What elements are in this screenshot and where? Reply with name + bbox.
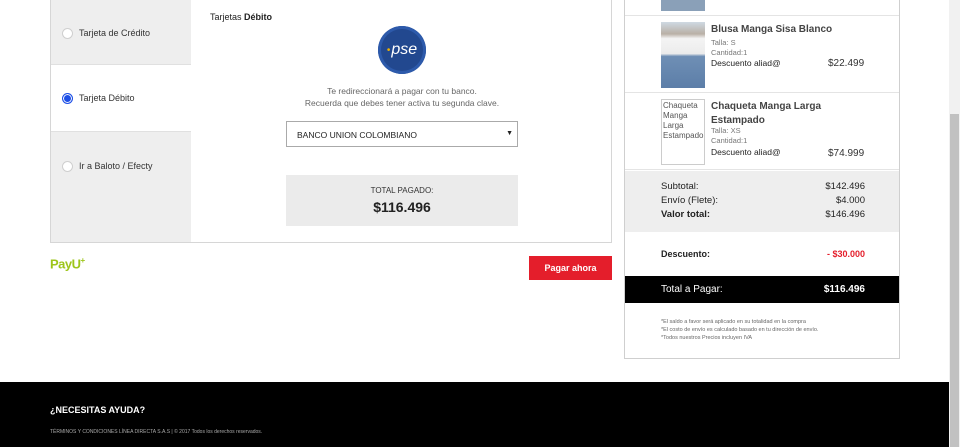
pse-logo-mark: • [386, 44, 391, 56]
radio-icon[interactable] [62, 160, 73, 172]
grand-total-bar: Total a Pagar: $116.496 [625, 276, 899, 303]
payment-methods: Tarjeta de Crédito Tarjeta Débito Ir a B… [51, 0, 191, 242]
product-image[interactable] [661, 0, 705, 11]
product-image[interactable] [661, 22, 705, 88]
total-paid-box: TOTAL PAGADO: $116.496 [286, 175, 518, 226]
subtotal-row: Subtotal: $142.496 [661, 181, 865, 192]
discount-row: Descuento: - $30.000 [661, 249, 865, 259]
product-qty: Cantidad:1 [711, 48, 748, 57]
totals-block: Subtotal: $142.496 Envío (Flete): $4.000… [625, 171, 899, 232]
list-item: Blusa Manga Sisa Blanco Talla: S Cantida… [625, 16, 899, 93]
shipping-row: Envío (Flete): $4.000 [661, 195, 865, 206]
method-debit-card[interactable]: Tarjeta Débito [51, 64, 191, 132]
product-size: Talla: S [711, 38, 736, 47]
order-summary: Blusa Manga Sisa Blanco Talla: S Cantida… [624, 0, 900, 359]
payment-panel: Tarjeta de Crédito Tarjeta Débito Ir a B… [50, 0, 612, 243]
list-item: Chaqueta Manga Larga Estampado Chaqueta … [625, 93, 899, 170]
product-name[interactable]: Chaqueta Manga Larga Estampado [711, 100, 861, 128]
help-heading[interactable]: ¿NECESITAS AYUDA? [50, 405, 145, 415]
product-image[interactable]: Chaqueta Manga Larga Estampado [661, 99, 705, 165]
method-label: Tarjeta Débito [79, 93, 135, 103]
product-discount-label: Descuento aliad@ [711, 58, 781, 68]
method-baloto-efecty[interactable]: Ir a Baloto / Efecty [51, 132, 191, 200]
dropdown-arrow-icon: ▼ [506, 130, 513, 137]
redirect-text: Te redireccionará a pagar con tu banco. … [304, 86, 500, 108]
product-discount-label: Descuento aliad@ [711, 147, 781, 157]
radio-icon[interactable] [62, 92, 73, 104]
method-label: Tarjeta de Crédito [79, 28, 151, 38]
radio-icon[interactable] [62, 27, 73, 39]
method-credit-card[interactable]: Tarjeta de Crédito [51, 0, 191, 67]
bank-select[interactable]: BANCO UNION COLOMBIANO ▼ [286, 121, 518, 147]
product-qty: Cantidad:1 [711, 136, 748, 145]
footer: ¿NECESITAS AYUDA? TÉRMINOS Y CONDICIONES… [0, 382, 949, 447]
legal-links[interactable]: TÉRMINOS Y CONDICIONES LÍNEA DIRECTA S.A… [50, 429, 262, 435]
pse-logo: • pse [378, 26, 426, 74]
detail-title: Tarjetas Débito [210, 12, 273, 22]
payu-logo: PayU+ [50, 256, 85, 272]
product-size: Talla: XS [711, 126, 741, 135]
summary-notes: *El saldo a favor será aplicado en su to… [661, 319, 819, 341]
product-name[interactable]: Blusa Manga Sisa Blanco [711, 23, 861, 37]
product-price: $22.499 [828, 58, 865, 69]
list-item [625, 0, 899, 16]
payment-detail: Tarjetas Débito • pse Te redireccionará a… [191, 0, 611, 242]
scrollbar-thumb[interactable] [950, 114, 959, 447]
product-price: $74.999 [828, 148, 865, 159]
page-scrollbar[interactable] [949, 0, 960, 447]
total-value-row: Valor total: $146.496 [661, 209, 865, 220]
pay-now-button[interactable]: Pagar ahora [529, 256, 612, 280]
method-label: Ir a Baloto / Efecty [79, 161, 153, 171]
